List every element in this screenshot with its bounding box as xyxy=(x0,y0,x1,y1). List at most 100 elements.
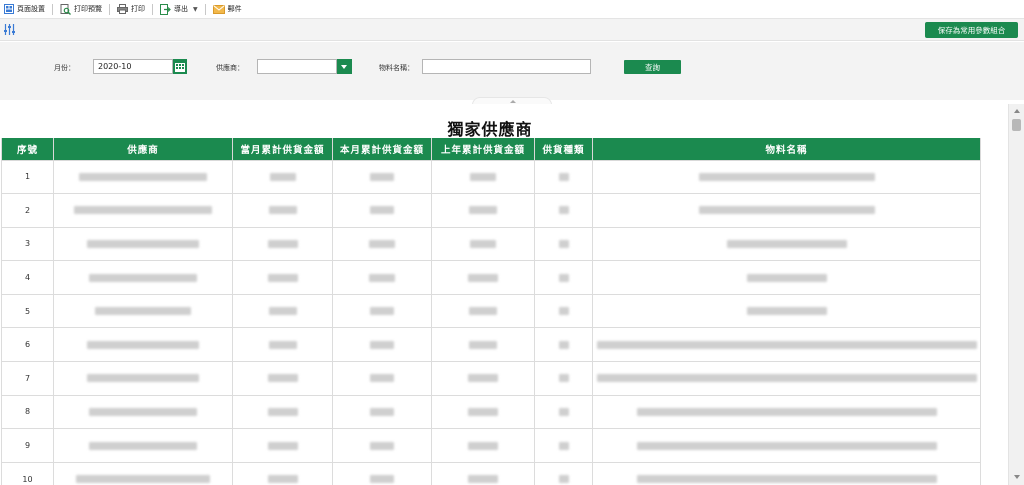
redacted-value xyxy=(370,307,394,316)
current-month-amount-cell xyxy=(332,394,432,430)
page-setup-icon xyxy=(4,4,14,14)
column-header[interactable]: 序號 xyxy=(1,138,54,161)
print-button[interactable]: 打印 xyxy=(113,0,149,19)
supplier-cell xyxy=(53,428,233,463)
chevron-down-icon[interactable]: ▼ xyxy=(193,6,198,13)
calendar-icon[interactable] xyxy=(173,59,187,74)
last-year-amount-cell xyxy=(431,461,535,485)
supply-type-cell xyxy=(534,293,593,329)
print-preview-button[interactable]: 打印預覽 xyxy=(56,0,106,19)
redacted-value xyxy=(89,273,197,282)
month-amount-cell xyxy=(232,293,333,329)
redacted-value xyxy=(558,273,569,282)
last-year-amount-cell xyxy=(431,226,535,262)
redacted-value xyxy=(558,307,569,316)
current-month-amount-cell xyxy=(332,159,432,195)
redacted-value xyxy=(698,206,875,215)
table-row[interactable]: 1 xyxy=(1,159,981,195)
export-icon xyxy=(160,3,171,15)
redacted-value xyxy=(558,475,569,484)
redacted-value xyxy=(269,172,296,181)
row-index-cell: 8 xyxy=(1,394,54,430)
query-button[interactable]: 查詢 xyxy=(624,60,681,74)
material-name-cell xyxy=(592,260,981,295)
table-row[interactable]: 5 xyxy=(1,293,981,329)
last-year-amount-cell xyxy=(431,293,535,329)
save-params-button[interactable]: 保存為常用參數組合 xyxy=(925,22,1018,38)
redacted-value xyxy=(79,172,207,181)
current-month-amount-cell xyxy=(332,361,432,396)
dropdown-arrow-icon[interactable] xyxy=(337,59,352,74)
mail-button[interactable]: 郵件 xyxy=(209,0,246,19)
redacted-value xyxy=(558,172,569,181)
table-row[interactable]: 9 xyxy=(1,428,981,463)
scroll-thumb[interactable] xyxy=(1012,119,1021,131)
redacted-value xyxy=(370,172,394,181)
supply-type-cell xyxy=(534,461,593,485)
redacted-value xyxy=(558,206,569,215)
supplier-cell xyxy=(53,159,233,195)
column-header[interactable]: 本月累計供貨金額 xyxy=(332,138,432,161)
table-row[interactable]: 4 xyxy=(1,260,981,295)
current-month-amount-cell xyxy=(332,293,432,329)
redacted-value xyxy=(469,340,497,349)
month-amount-cell xyxy=(232,461,333,485)
table-row[interactable]: 2 xyxy=(1,193,981,228)
redacted-value xyxy=(558,239,569,248)
row-index-cell: 5 xyxy=(1,293,54,329)
table-row[interactable]: 6 xyxy=(1,327,981,363)
redacted-value xyxy=(469,206,497,215)
scroll-down-icon[interactable] xyxy=(1014,475,1020,479)
redacted-value xyxy=(370,374,394,383)
page-setup-button[interactable]: 頁面設置 xyxy=(0,0,49,19)
material-name-cell xyxy=(592,428,981,463)
redacted-value xyxy=(698,172,875,181)
supplier-cell xyxy=(53,361,233,396)
supply-type-cell xyxy=(534,260,593,295)
table-row[interactable]: 7 xyxy=(1,361,981,396)
month-amount-cell xyxy=(232,193,333,228)
export-button[interactable]: 導出 ▼ xyxy=(156,0,202,19)
redacted-value xyxy=(370,475,394,484)
redacted-value xyxy=(468,407,498,416)
table-row[interactable]: 3 xyxy=(1,226,981,262)
material-input[interactable] xyxy=(422,59,591,74)
report-table: 序號 供應商 當月累計供貨金額 本月累計供貨金額 上年累計供貨金額 供貨種類 物… xyxy=(1,138,981,485)
supplier-cell xyxy=(53,260,233,295)
last-year-amount-cell xyxy=(431,193,535,228)
report-title: 獨家供應商 xyxy=(447,120,533,139)
supply-type-cell xyxy=(534,193,593,228)
redacted-value xyxy=(267,239,298,248)
redacted-value xyxy=(468,374,498,383)
table-row[interactable]: 8 xyxy=(1,394,981,430)
print-preview-icon xyxy=(60,3,71,15)
column-header[interactable]: 供貨種類 xyxy=(534,138,593,161)
last-year-amount-cell xyxy=(431,361,535,396)
material-name-cell xyxy=(592,361,981,396)
toolbar: 頁面設置 打印預覽 打印 導出 ▼ 郵件 xyxy=(0,0,1024,19)
redacted-value xyxy=(74,206,212,215)
redacted-value xyxy=(370,206,394,215)
row-index-cell: 3 xyxy=(1,226,54,262)
row-index-cell: 2 xyxy=(1,193,54,228)
row-index-cell: 1 xyxy=(1,159,54,195)
parameter-settings-icon[interactable] xyxy=(2,22,17,37)
column-header[interactable]: 當月累計供貨金額 xyxy=(232,138,333,161)
redacted-value xyxy=(268,307,297,316)
material-name-cell xyxy=(592,193,981,228)
scroll-up-icon[interactable] xyxy=(1014,109,1020,113)
vertical-scrollbar[interactable] xyxy=(1008,104,1024,485)
table-row[interactable]: 10 xyxy=(1,461,981,485)
column-header[interactable]: 供應商 xyxy=(53,138,233,161)
filter-form: 月份： 2020-10 供應商： 物料名稱： 查詢 xyxy=(0,42,1024,100)
redacted-value xyxy=(267,441,298,450)
month-amount-cell xyxy=(232,159,333,195)
month-input[interactable]: 2020-10 xyxy=(93,59,173,74)
material-name-cell xyxy=(592,226,981,262)
column-header[interactable]: 上年累計供貨金額 xyxy=(431,138,535,161)
redacted-value xyxy=(370,441,394,450)
supplier-select[interactable] xyxy=(257,59,337,74)
material-name-cell xyxy=(592,327,981,363)
column-header[interactable]: 物料名稱 xyxy=(592,138,981,161)
last-year-amount-cell xyxy=(431,159,535,195)
